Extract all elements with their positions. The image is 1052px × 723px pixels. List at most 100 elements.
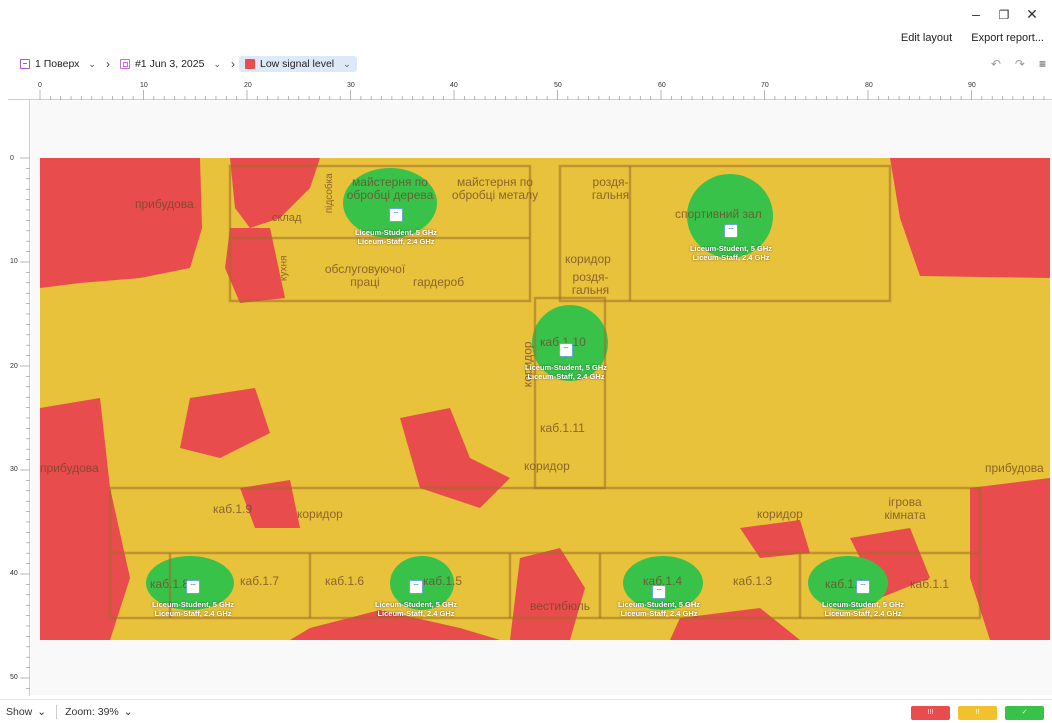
room-label: каб.1.1 [910, 577, 950, 591]
visualization-label: Low signal level [260, 58, 335, 70]
chevron-down-icon: ⌄ [213, 58, 221, 69]
survey-icon [119, 59, 130, 69]
low-signal-zone [970, 478, 1050, 640]
edit-layout-button[interactable]: Edit layout [901, 32, 952, 44]
room-label: каб.1.3 [733, 574, 773, 588]
ruler-x-label: 30 [347, 82, 355, 89]
medium-signal-legend[interactable]: !! [958, 706, 997, 720]
ap-ssid-24ghz: Liceum-Staff, 2.4 GHz [527, 372, 605, 382]
floor-selector[interactable]: 1 Поверх ⌄ [14, 56, 102, 72]
wifi-icon[interactable]: ⌔ [559, 343, 573, 357]
view-tools: ↶ ↷ ≡ [991, 57, 1046, 71]
room-label: прибудова [135, 197, 194, 211]
room-label: майстерня по обробці металу [451, 175, 539, 202]
room-label: ігрова кімната [884, 495, 926, 522]
ap-ssid-24ghz: Liceum-Staff, 2.4 GHz [824, 609, 902, 619]
ruler-y-label: 40 [10, 570, 18, 577]
access-point-label: Liceum-Student, 5 GHz Liceum-Staff, 2.4 G… [355, 228, 437, 247]
ap-ssid-5ghz: Liceum-Student, 5 GHz [151, 600, 235, 609]
redo-icon[interactable]: ↷ [1015, 57, 1025, 71]
ap-ssid-24ghz: Liceum-Staff, 2.4 GHz [377, 609, 455, 619]
export-report-button[interactable]: Export report... [971, 32, 1044, 44]
ruler-x-label: 0 [38, 82, 42, 89]
room-label: коридор [757, 507, 803, 521]
zoom-dropdown[interactable]: Zoom: 39% ⌄ [65, 706, 143, 718]
status-bar: Show ⌄ Zoom: 39% ⌄ !!! !! ✓ [0, 699, 1052, 723]
low-signal-zone [400, 408, 510, 508]
room-label: каб.1.8 [150, 577, 190, 591]
survey-label: #1 Jun 3, 2025 [134, 58, 205, 70]
settings-icon[interactable]: ≡ [1039, 57, 1046, 71]
wifi-icon[interactable]: ⌔ [652, 585, 666, 599]
access-point-label: Liceum-Student, 5 GHz Liceum-Staff, 2.4 G… [525, 363, 607, 382]
signal-heatmap [40, 158, 1050, 640]
low-signal-zone [510, 548, 585, 640]
minimize-button[interactable]: – [964, 6, 988, 22]
ruler-y-label: 0 [10, 155, 14, 162]
room-label: спортивний зал [675, 207, 762, 221]
top-actions: Edit layout Export report... [901, 32, 1044, 44]
low-signal-legend[interactable]: !!! [911, 706, 950, 720]
breadcrumb: 1 Поверх ⌄ › #1 Jun 3, 2025 ⌄ › Low sign… [14, 54, 357, 74]
room-label: коридор [565, 252, 611, 266]
room-label: роздя-гальня [591, 175, 630, 202]
visualization-selector[interactable]: Low signal level ⌄ [239, 56, 357, 72]
ap-ssid-5ghz: Liceum-Student, 5 GHz [617, 600, 701, 609]
access-point-label: Liceum-Student, 5 GHz Liceum-Staff, 2.4 G… [375, 600, 457, 619]
ruler-x-label: 70 [761, 82, 769, 89]
ruler-ticks-x [39, 90, 1045, 100]
room-label: обслуговуючої праці [324, 262, 406, 289]
show-dropdown[interactable]: Show ⌄ [6, 706, 56, 718]
ruler-y-label: 50 [10, 674, 18, 681]
status-divider [56, 704, 58, 719]
room-label: роздя-гальня [571, 270, 610, 297]
ruler-ticks-y [20, 157, 30, 689]
show-label: Show [6, 705, 33, 718]
restore-button[interactable]: ❐ [992, 8, 1016, 22]
ruler-y-label: 10 [10, 258, 18, 265]
room-label: коридор [524, 459, 570, 473]
room-label: прибудова [985, 461, 1044, 475]
ruler-y-label: 30 [10, 466, 18, 473]
zoom-label: Zoom: 39% [65, 705, 119, 718]
room-label: кухня [278, 255, 290, 281]
room-label: каб.1.7 [240, 574, 280, 588]
ruler-x-label: 80 [865, 82, 873, 89]
wifi-icon[interactable]: ⌔ [856, 580, 870, 594]
ap-ssid-24ghz: Liceum-Staff, 2.4 GHz [692, 253, 770, 263]
room-label: склад [272, 212, 302, 224]
ruler-x-label: 60 [658, 82, 666, 89]
wifi-icon[interactable]: ⌔ [409, 580, 423, 594]
ap-ssid-5ghz: Liceum-Student, 5 GHz [374, 600, 458, 609]
access-point-label: Liceum-Student, 5 GHz Liceum-Staff, 2.4 G… [618, 600, 700, 619]
low-signal-zone [40, 398, 130, 640]
room-label: каб.1.11 [540, 421, 585, 435]
undo-icon[interactable]: ↶ [991, 57, 1001, 71]
access-point-label: Liceum-Student, 5 GHz Liceum-Staff, 2.4 G… [690, 244, 772, 263]
room-label: каб.1.6 [325, 574, 365, 588]
ap-ssid-24ghz: Liceum-Staff, 2.4 GHz [620, 609, 698, 619]
low-signal-zone [890, 158, 1050, 278]
room-label: гардероб [413, 275, 465, 289]
room-label: підсобка [323, 173, 335, 214]
wifi-icon[interactable]: ⌔ [186, 580, 200, 594]
floor-plan-heatmap[interactable]: прибудова склад підсобка майстерня по об… [40, 158, 1050, 640]
chevron-down-icon: ⌄ [343, 58, 351, 69]
ap-ssid-5ghz: Liceum-Student, 5 GHz [689, 244, 773, 253]
room-label: коридор [297, 507, 343, 521]
survey-selector[interactable]: #1 Jun 3, 2025 ⌄ [114, 56, 227, 72]
ruler-x-label: 40 [450, 82, 458, 89]
chevron-down-icon: ⌄ [37, 705, 47, 718]
horizontal-ruler: 0 10 20 30 40 50 60 70 80 90 [8, 78, 1052, 100]
low-signal-zone [40, 158, 202, 288]
access-point-label: Liceum-Student, 5 GHz Liceum-Staff, 2.4 G… [822, 600, 904, 619]
breadcrumb-separator: › [105, 57, 110, 71]
wifi-icon[interactable]: ⌔ [724, 224, 738, 238]
low-signal-zone [180, 388, 270, 458]
room-label: майстерня по обробці дерева [346, 175, 434, 202]
chevron-down-icon: ⌄ [123, 705, 133, 718]
good-signal-legend[interactable]: ✓ [1005, 706, 1044, 720]
map-canvas[interactable]: прибудова склад підсобка майстерня по об… [31, 101, 1052, 695]
close-button[interactable]: ✕ [1020, 6, 1044, 23]
wifi-icon[interactable]: ⌔ [389, 208, 403, 222]
